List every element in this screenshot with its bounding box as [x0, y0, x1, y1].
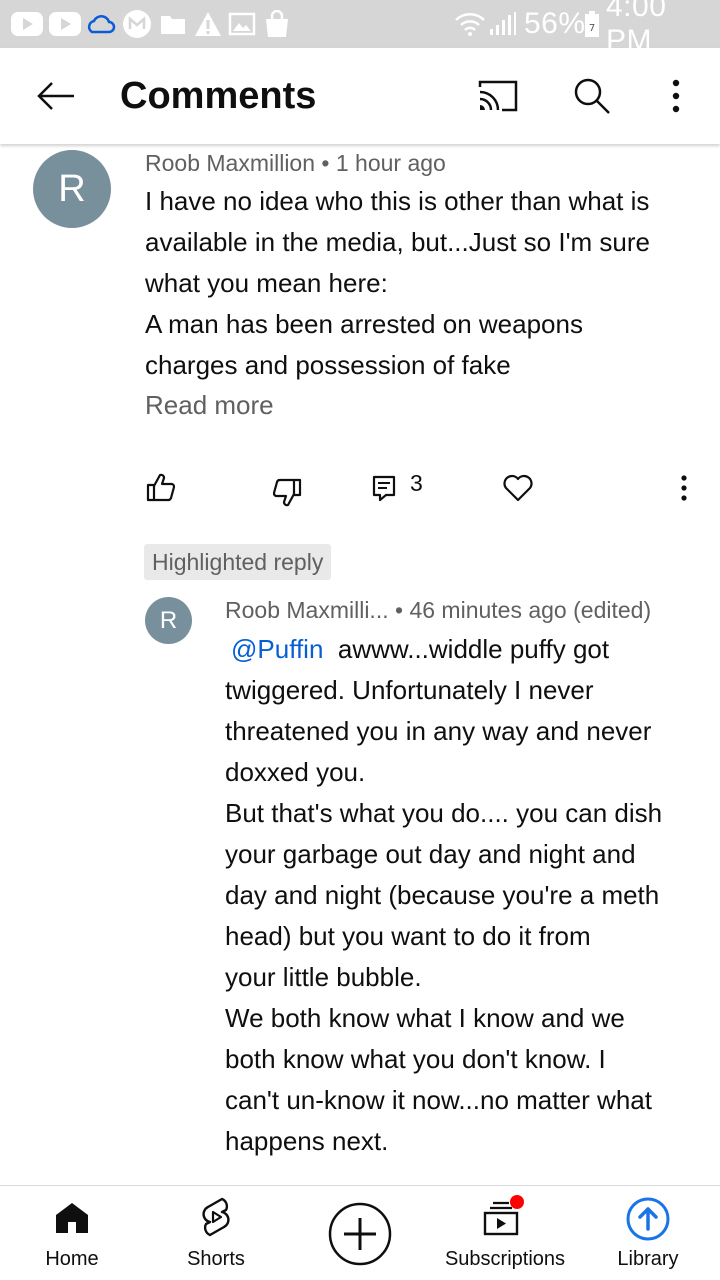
reply-meta: Roob Maxmilli... • 46 minutes ago (edite…	[225, 597, 651, 624]
page-title: Comments	[120, 74, 317, 117]
reply-time: 46 minutes ago (edited)	[409, 597, 652, 623]
read-more-link[interactable]: Read more	[145, 390, 274, 421]
app-header: Comments	[0, 48, 720, 144]
nav-home[interactable]: Home	[22, 1186, 122, 1280]
reply-button[interactable]	[366, 468, 402, 508]
nav-shorts[interactable]: Shorts	[166, 1186, 266, 1280]
highlighted-reply-badge: Highlighted reply	[144, 544, 332, 580]
reply-line: doxxed you.	[225, 757, 366, 787]
reply-line: happens next.	[225, 1126, 389, 1156]
thumbs-up-icon	[146, 473, 176, 502]
warning-icon	[194, 0, 222, 48]
signal-icon	[488, 0, 518, 48]
nav-label: Home	[45, 1248, 99, 1270]
nav-label: Library	[617, 1248, 679, 1270]
reply-line: can't un-know it now...no matter what	[225, 1085, 652, 1115]
search-icon	[574, 78, 610, 114]
reply-line: head) but you want to do it from	[225, 921, 591, 951]
wifi-icon	[454, 0, 486, 48]
youtube-icon	[10, 0, 44, 48]
reply-line: twiggered. Unfortunately I never	[225, 675, 594, 705]
nav-create[interactable]	[320, 1186, 400, 1280]
reply-author[interactable]: Roob Maxmilli...	[225, 597, 389, 623]
comment-time: 1 hour ago	[335, 150, 446, 176]
reply-line: awww...widdle puffy got	[337, 634, 610, 664]
status-bar: 56% 7 4:00 PM	[0, 0, 720, 57]
mention-link[interactable]: @Puffin	[231, 634, 323, 664]
comment-line: I have no idea who this is other than wh…	[145, 186, 650, 216]
image-icon	[228, 0, 256, 48]
cast-button[interactable]	[470, 48, 526, 144]
subscriptions-icon	[483, 1195, 524, 1236]
reply-comment-icon	[372, 475, 396, 502]
cloud-icon	[84, 0, 116, 48]
shopping-bag-icon	[264, 0, 290, 48]
gmail-icon	[122, 0, 152, 48]
heart-icon	[503, 474, 533, 502]
meta-separator: •	[395, 597, 410, 623]
like-button[interactable]	[140, 466, 182, 508]
nav-label: Subscriptions	[444, 1248, 566, 1270]
reply-line: We both know what I know and we	[225, 1003, 625, 1033]
comment-line: charges and possession of fake	[145, 350, 511, 380]
library-icon	[626, 1197, 670, 1241]
thumbs-down-icon	[272, 478, 302, 507]
search-button[interactable]	[566, 48, 618, 144]
more-vert-icon	[672, 79, 680, 113]
dislike-button[interactable]	[266, 472, 308, 514]
nav-library[interactable]: Library	[598, 1186, 698, 1280]
home-icon	[56, 1203, 88, 1233]
reply-first-line: @Puffin awww...widdle puffy got	[225, 629, 662, 670]
reply-body: @Puffin awww...widdle puffy got twiggere…	[225, 629, 662, 1162]
reply-line: your garbage out day and night and	[225, 839, 636, 869]
comment-line: what you mean here:	[145, 268, 388, 298]
reply-line: But that's what you do.... you can dish	[225, 798, 663, 828]
shorts-icon	[202, 1197, 230, 1237]
meta-separator: •	[321, 150, 336, 176]
comment-author[interactable]: Roob Maxmillion	[145, 150, 315, 176]
nav-subscriptions[interactable]: Subscriptions	[440, 1186, 570, 1280]
youtube-icon	[48, 0, 82, 48]
create-plus-icon	[328, 1202, 392, 1266]
reply-line: your little bubble.	[225, 962, 422, 992]
comment-body: I have no idea who this is other than wh…	[145, 181, 650, 386]
more-options-button[interactable]	[654, 48, 698, 144]
comment-menu-button[interactable]	[670, 468, 698, 508]
battery-icon: 7	[584, 0, 600, 48]
reply-count[interactable]: 3	[410, 470, 423, 497]
avatar[interactable]: R	[33, 150, 111, 228]
notification-dot	[510, 1195, 524, 1209]
reply-spacer	[323, 634, 337, 664]
reply-line: both know what you don't know. I	[225, 1044, 606, 1074]
nav-label: Shorts	[187, 1248, 245, 1270]
svg-text:7: 7	[589, 23, 595, 34]
comment-meta: Roob Maxmillion • 1 hour ago	[145, 150, 446, 177]
comment-line: available in the media, but...Just so I'…	[145, 227, 650, 257]
avatar[interactable]: R	[145, 597, 192, 644]
folder-icon	[160, 0, 186, 48]
back-arrow-icon	[37, 82, 74, 110]
status-time: 4:00 PM	[606, 0, 667, 57]
reply-line: day and night (because you're a meth	[225, 880, 660, 910]
cast-icon	[478, 80, 518, 112]
battery-percent: 56%	[524, 7, 586, 40]
comment-line: A man has been arrested on weapons	[145, 309, 583, 339]
heart-button[interactable]	[498, 468, 538, 508]
more-vert-icon	[681, 475, 687, 501]
back-button[interactable]	[26, 48, 86, 144]
bottom-nav: Home Shorts Subscriptions Library	[0, 1185, 720, 1280]
reply-line: threatened you in any way and never	[225, 716, 652, 746]
